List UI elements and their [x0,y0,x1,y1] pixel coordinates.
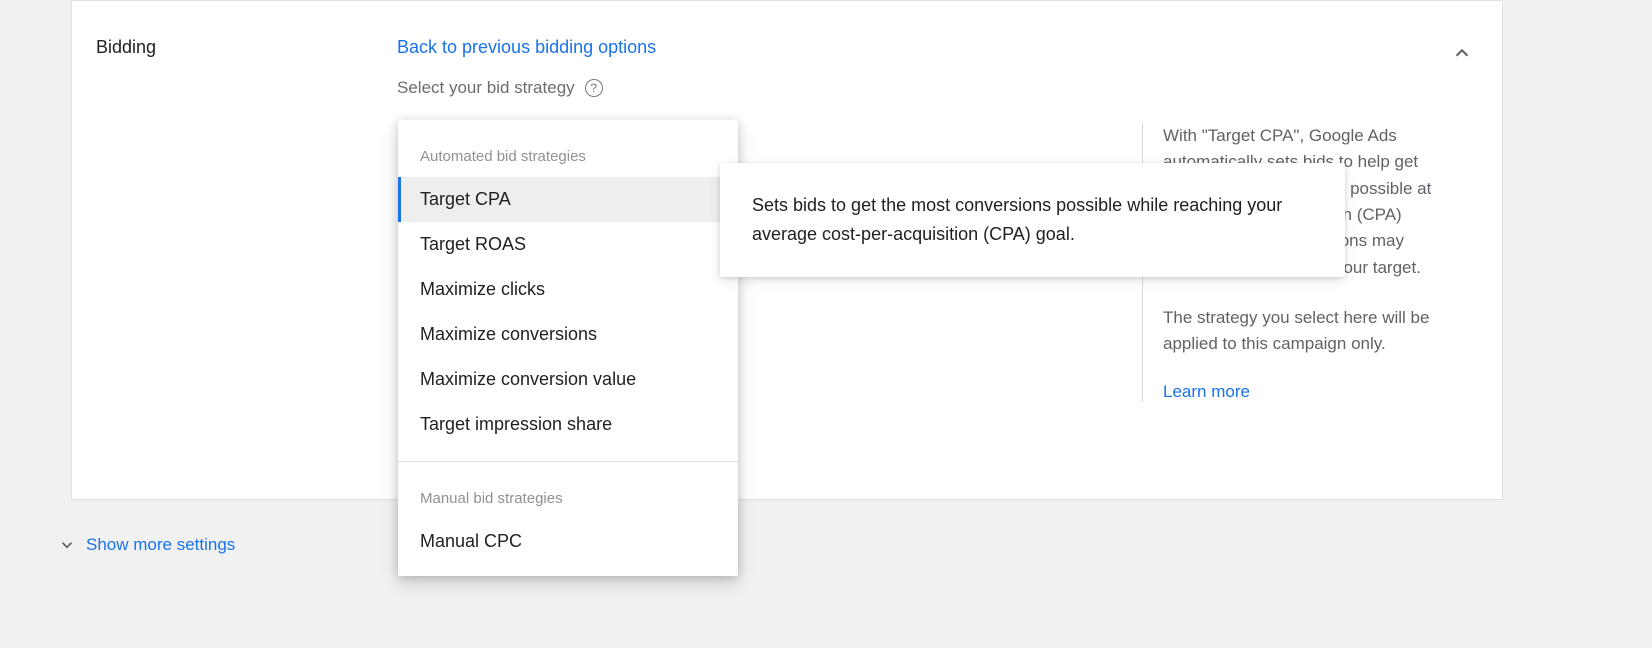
dropdown-item-target-roas[interactable]: Target ROAS [398,222,738,267]
strategy-tooltip: Sets bids to get the most conversions po… [720,163,1345,277]
collapse-button[interactable] [1442,33,1482,73]
dropdown-group-automated: Automated bid strategies [398,120,738,177]
dropdown-item-maximize-clicks[interactable]: Maximize clicks [398,267,738,312]
bidding-content: Back to previous bidding options Select … [397,37,656,98]
dropdown-group-manual: Manual bid strategies [398,462,738,519]
chevron-down-icon [58,536,76,554]
dropdown-item-target-impression-share[interactable]: Target impression share [398,402,738,447]
select-strategy-label-row: Select your bid strategy ? [397,78,656,98]
show-more-text: Show more settings [86,535,235,555]
dropdown-item-maximize-conversions[interactable]: Maximize conversions [398,312,738,357]
section-title: Bidding [96,37,156,57]
help-icon[interactable]: ? [585,79,603,97]
section-title-wrap: Bidding [96,37,156,58]
bid-strategy-dropdown[interactable]: Automated bid strategies Target CPA Targ… [398,120,738,576]
dropdown-item-target-cpa[interactable]: Target CPA [398,177,738,222]
show-more-settings[interactable]: Show more settings [58,535,235,555]
select-strategy-label: Select your bid strategy [397,78,575,98]
dropdown-item-manual-cpc[interactable]: Manual CPC [398,519,738,564]
help-paragraph-2: The strategy you select here will be app… [1163,305,1432,358]
tooltip-text: Sets bids to get the most conversions po… [752,191,1313,249]
dropdown-item-maximize-conversion-value[interactable]: Maximize conversion value [398,357,738,402]
chevron-up-icon [1451,42,1473,64]
back-to-previous-link[interactable]: Back to previous bidding options [397,37,656,58]
learn-more-link[interactable]: Learn more [1163,382,1250,401]
